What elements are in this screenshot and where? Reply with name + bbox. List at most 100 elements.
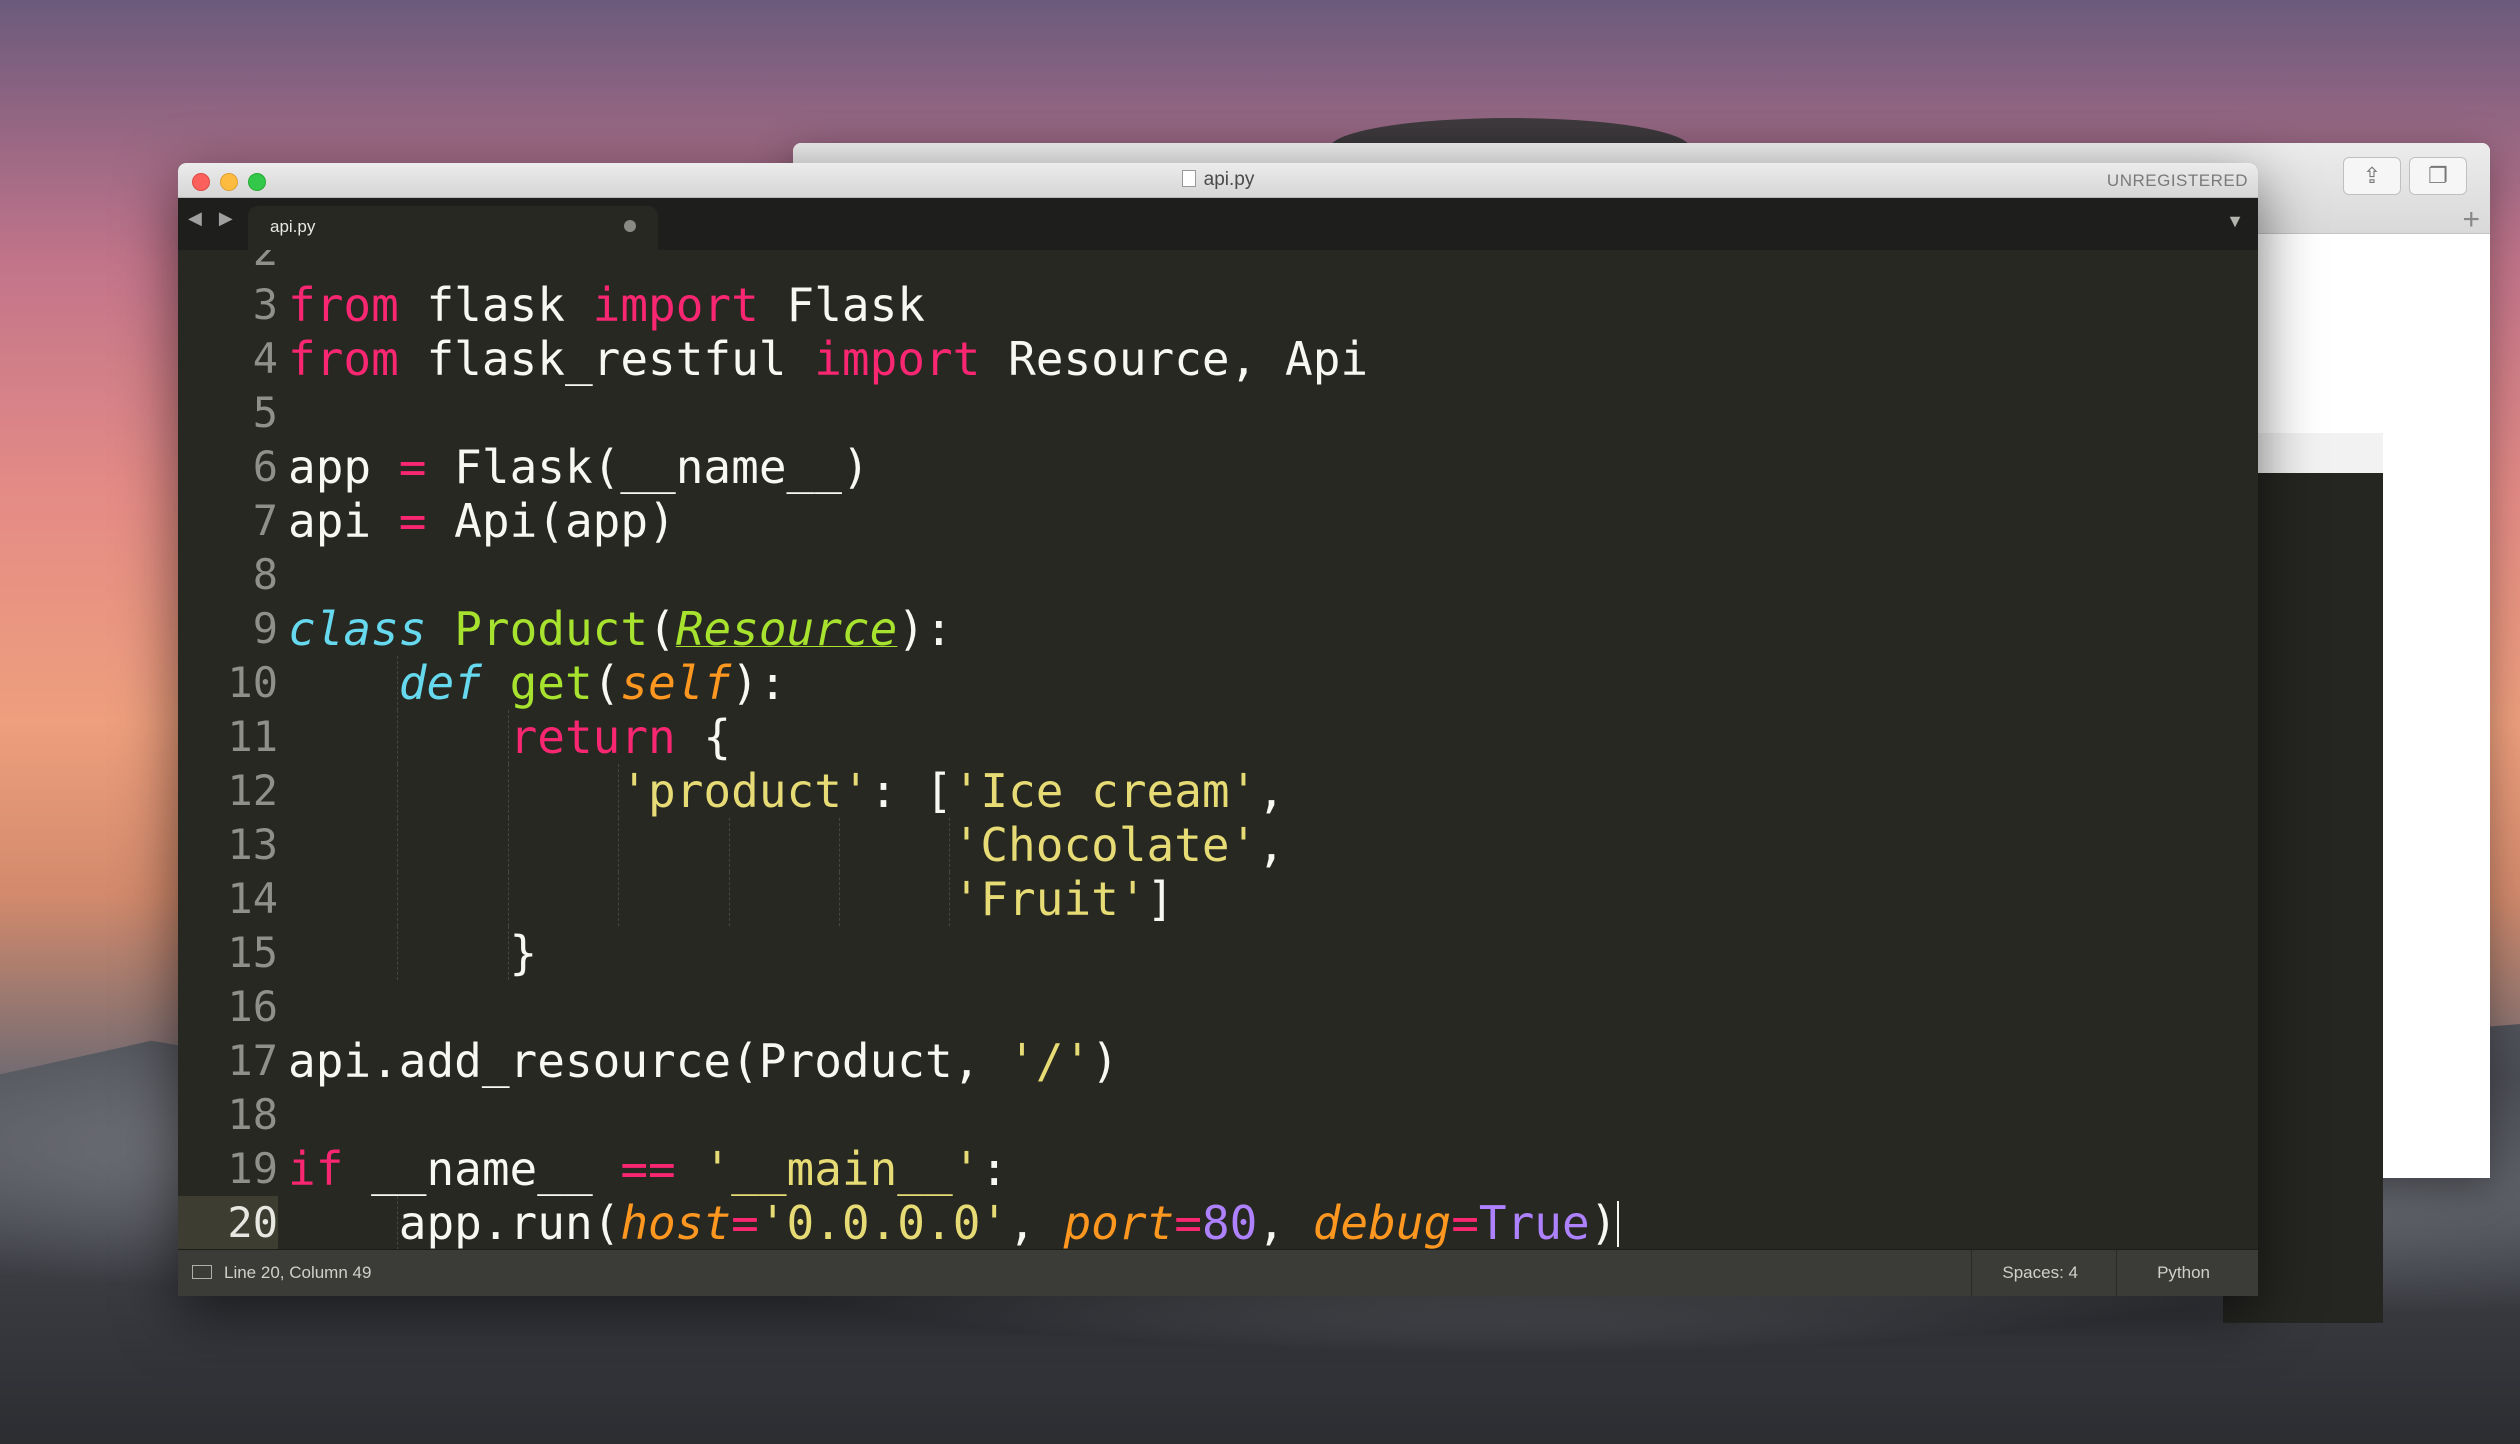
line-number: 16 [227,982,278,1031]
tab-label: api.py [270,217,316,236]
code-token: 'Chocolate' [952,818,1258,872]
unregistered-label: UNREGISTERED [2106,171,2248,190]
code-token: True [1478,1196,1590,1250]
code-token: get [509,656,593,710]
code-token: , [1257,1196,1313,1250]
line-number: 12 [227,766,278,815]
code-line[interactable]: api.add_resource(Product, '/') [288,1034,1119,1088]
code-token: ] [1146,872,1175,926]
code-token: } [288,926,538,980]
document-icon [1181,170,1196,187]
line-number: 4 [252,334,278,383]
code-token: ) [1091,1034,1119,1088]
code-token: Flask [758,278,925,332]
code-token: = [731,1196,759,1250]
unsaved-dot-icon[interactable] [624,220,636,232]
tab-nav-arrows-icon[interactable]: ◀ ▶ [188,208,239,229]
code-token: , [1257,764,1286,818]
code-token: 'Ice cream' [952,764,1258,818]
code-token: api [288,494,399,548]
panel-toggle-icon[interactable] [192,1265,212,1279]
code-token: 80 [1201,1196,1258,1250]
code-line[interactable]: app = Flask(__name__) [288,440,870,494]
code-editor[interactable]: 2 3 4 5 6 7 8 9 10 11 12 13 14 15 16 17 18 19 20 from flas… [178,250,2258,1250]
line-number-gutter: 2 3 4 5 6 7 8 9 10 11 12 13 14 15 16 17 18 19 20 [178,250,278,1250]
code-token: ): [897,602,953,656]
code-token: = [398,494,427,548]
code-token: def [398,656,482,710]
line-number: 10 [227,658,278,707]
code-token: api.add_resource(Product, [288,1034,1009,1088]
code-token: = [1174,1196,1202,1250]
code-token: = [1451,1196,1479,1250]
tab-bar: ◀ ▶ api.py ▼ [178,198,2258,250]
code-token: = [398,440,427,494]
code-token: Flask(__name__) [426,440,870,494]
window-titlebar[interactable]: api.py UNREGISTERED [178,163,2258,198]
code-line[interactable]: app.run(host='0.0.0.0', port=80, debug=T… [288,1196,1620,1250]
line-number: 7 [252,496,278,545]
code-token: Resource [675,602,898,656]
code-line[interactable]: class Product(Resource): [288,602,953,656]
code-line[interactable]: return { [288,710,732,764]
code-token: , [1257,818,1286,872]
code-token: Api(app) [426,494,676,548]
code-token: flask_restful [398,332,815,386]
line-number: 5 [252,388,278,437]
line-number: 14 [227,874,278,923]
line-number: 9 [252,604,278,653]
new-tab-plus-icon[interactable]: + [2462,203,2480,237]
code-line[interactable]: if __name__ == '__main__': [288,1142,1008,1196]
code-token: __name__ [343,1142,621,1196]
line-number: 2 [252,250,278,275]
code-token: { [675,710,732,764]
code-token: import [592,278,759,332]
code-line[interactable]: 'product': ['Ice cream', [288,764,1285,818]
code-token: 'product' [620,764,870,818]
line-number: 8 [252,550,278,599]
code-token: port [1063,1196,1175,1250]
share-icon[interactable]: ⇪ [2343,157,2401,195]
line-number: 3 [252,280,278,329]
code-line[interactable]: 'Chocolate', [288,818,1285,872]
line-number: 11 [227,712,278,761]
code-token: app.run( [288,1196,621,1250]
status-bar: Line 20, Column 49 Spaces: 4 Python [178,1249,2258,1296]
code-token: import [814,332,981,386]
window-title-text: api.py [1203,169,1255,190]
line-number: 17 [227,1036,278,1085]
line-number: 20 [227,1198,278,1247]
code-token: ) [1589,1196,1618,1250]
tab-dropdown-icon[interactable]: ▼ [2226,211,2244,232]
code-token: app [288,440,399,494]
code-token: : [980,1142,1009,1196]
code-line[interactable]: api = Api(app) [288,494,676,548]
code-token: host [620,1196,732,1250]
code-token: ( [592,656,621,710]
code-line[interactable]: 'Fruit'] [288,872,1175,926]
code-token: == [620,1142,676,1196]
code-token: if [288,1142,344,1196]
code-token: '__main__' [703,1142,981,1196]
syntax-selector[interactable]: Python [2116,1250,2210,1296]
code-token: class [288,602,427,656]
code-token: '/' [1008,1034,1092,1088]
code-line[interactable]: from flask_restful import Resource, Api [288,332,1368,386]
code-line[interactable]: def get(self): [288,656,787,710]
code-token: return [509,710,676,764]
code-area[interactable]: from flask import Flask from flask_restfu… [288,250,2258,1250]
tab-api-py[interactable]: api.py [248,206,658,250]
indentation-selector[interactable]: Spaces: 4 [1971,1250,2078,1296]
code-line[interactable]: } [288,926,538,980]
tabs-overview-icon[interactable]: ❐ [2409,157,2467,195]
code-line[interactable]: from flask import Flask [288,278,925,332]
code-token: flask [398,278,593,332]
code-token: from [288,278,399,332]
code-token: self [620,656,732,710]
code-token: '0.0.0.0' [758,1196,1009,1250]
